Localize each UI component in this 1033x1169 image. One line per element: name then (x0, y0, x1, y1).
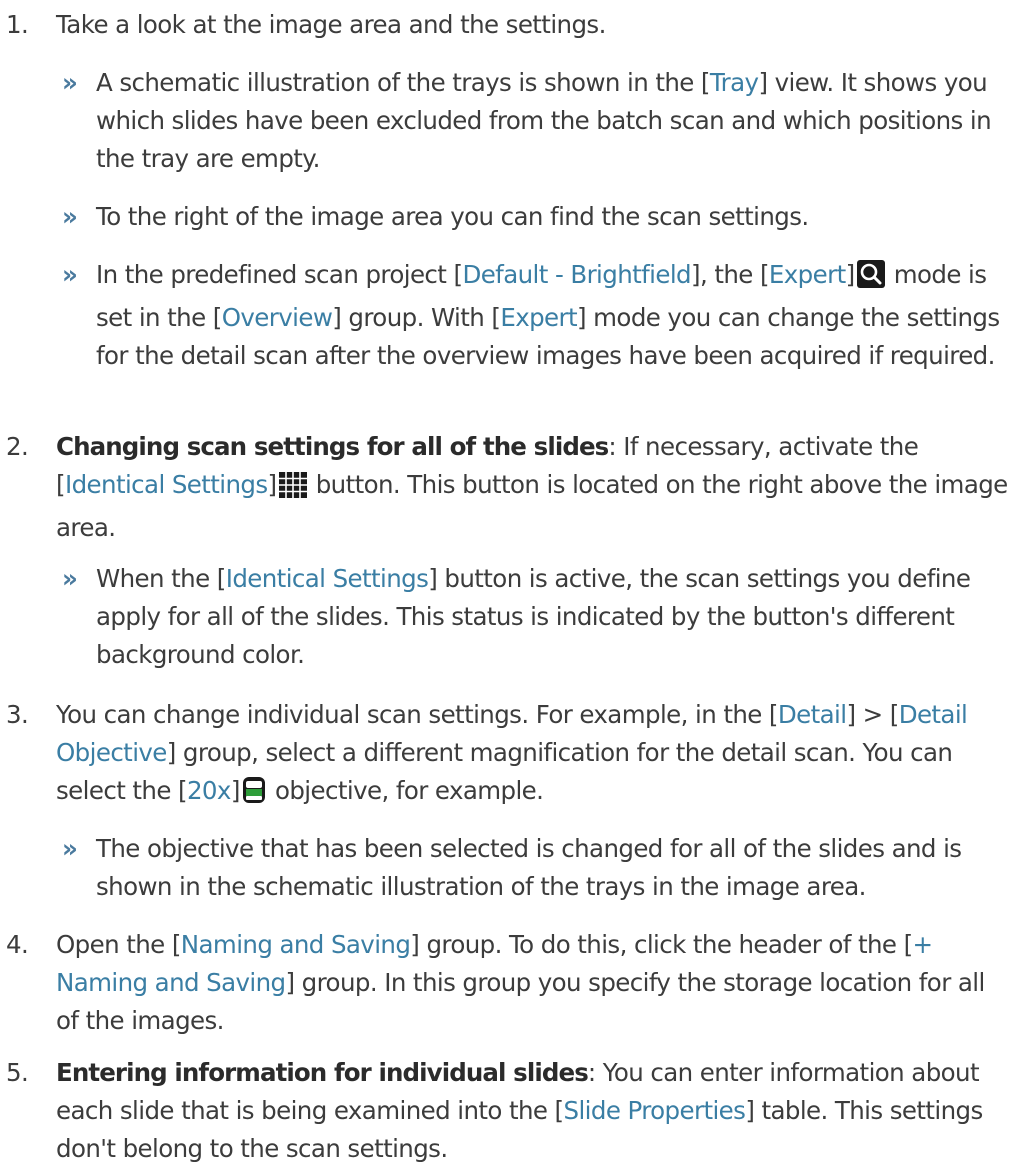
result-item: » A schematic illustration of the trays … (56, 64, 1006, 178)
ui-reference: Expert (500, 303, 578, 332)
result-marker: » (62, 564, 78, 593)
result-text: When the [Identical Settings] button is … (96, 564, 971, 669)
magnifier-icon (856, 260, 885, 299)
step-3: 3. You can change individual scan settin… (0, 696, 1010, 815)
step-text: Take a look at the image area and the se… (56, 10, 606, 39)
step-5: 5. Entering information for individual s… (0, 1054, 1010, 1168)
ui-reference: Overview (221, 303, 333, 332)
result-marker: » (62, 202, 78, 231)
result-text: A schematic illustration of the trays is… (96, 68, 992, 173)
step-text: Entering information for individual slid… (56, 1058, 983, 1163)
step-4: 4. Open the [Naming and Saving] group. T… (0, 926, 1010, 1040)
result-marker: » (62, 68, 78, 97)
step-1: 1. Take a look at the image area and the… (0, 6, 1010, 44)
step-number: 5. (6, 1058, 29, 1087)
ui-reference: Identical Settings (225, 564, 429, 593)
step-number: 1. (6, 10, 29, 39)
step-text: Changing scan settings for all of the sl… (56, 432, 1008, 542)
result-item: » To the right of the image area you can… (56, 198, 1006, 236)
result-item: » In the predefined scan project [Defaul… (56, 256, 1006, 375)
step-number: 3. (6, 700, 29, 729)
result-marker: » (62, 834, 78, 863)
ui-reference: Identical Settings (64, 470, 268, 499)
instruction-document: 1. Take a look at the image area and the… (0, 0, 1033, 1169)
result-text: The objective that has been selected is … (96, 834, 962, 901)
ui-reference: Slide Properties (563, 1096, 746, 1125)
step-text: You can change individual scan settings.… (56, 696, 1010, 815)
grid-icon (278, 471, 307, 509)
result-item: » When the [Identical Settings] button i… (56, 560, 1006, 674)
result-marker: » (62, 260, 78, 289)
ui-reference: Default - Brightfield (462, 260, 692, 289)
result-item: » The objective that has been selected i… (56, 830, 1006, 906)
step-2: 2. Changing scan settings for all of the… (0, 428, 1010, 547)
result-text: To the right of the image area you can f… (96, 202, 809, 231)
result-text: In the predefined scan project [Default … (96, 260, 1000, 370)
ui-reference: Naming and Saving (180, 930, 411, 959)
ui-reference: 20x (186, 776, 231, 805)
step-number: 2. (6, 432, 29, 461)
ui-reference: Expert (768, 260, 846, 289)
ui-reference: Detail (777, 700, 847, 729)
ui-reference: Tray (709, 68, 759, 97)
step-text: Open the [Naming and Saving] group. To d… (56, 930, 985, 1035)
objective-icon (242, 776, 266, 815)
step-number: 4. (6, 930, 29, 959)
